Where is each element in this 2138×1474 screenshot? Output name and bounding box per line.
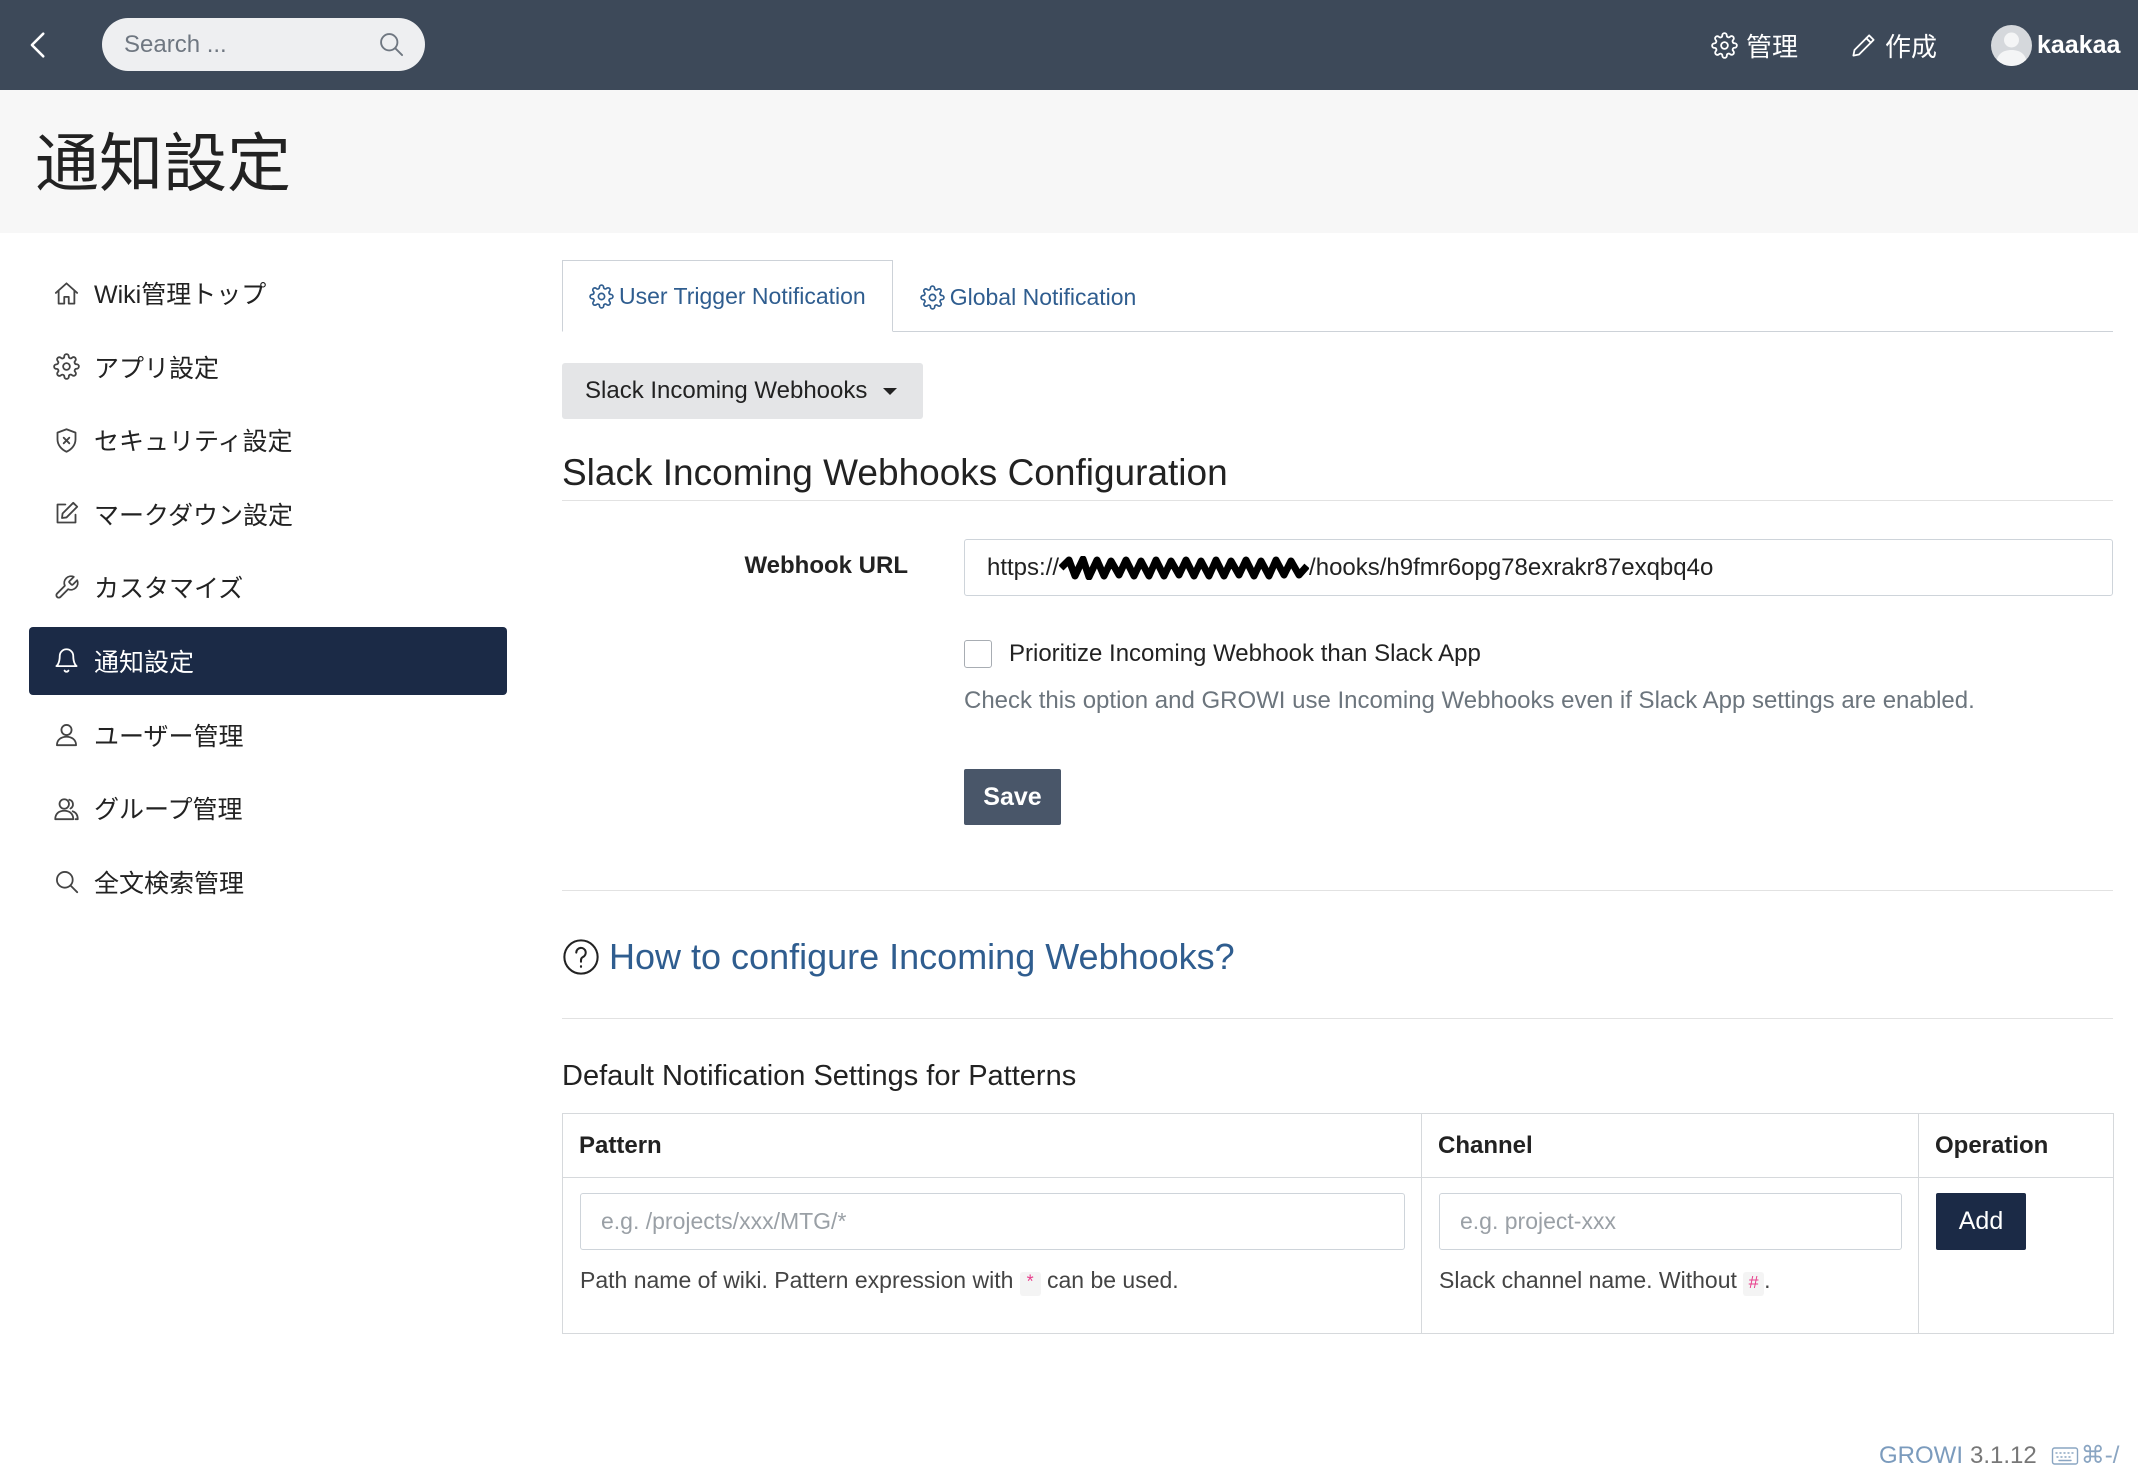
patterns-table: Pattern Channel Operation Path name of w… xyxy=(562,1113,2114,1334)
tab-global-notification[interactable]: Global Notification xyxy=(893,261,1164,332)
caret-down-icon xyxy=(883,387,898,395)
section-divider xyxy=(562,1018,2113,1019)
username: kaakaa xyxy=(2037,30,2121,59)
admin-sidebar: Wiki管理トップ アプリ設定 セキュリティ設定 マークダウン設定 カスタマイズ… xyxy=(29,259,507,921)
admin-label: 管理 xyxy=(1746,31,1799,62)
save-button[interactable]: Save xyxy=(964,769,1061,825)
pattern-input[interactable] xyxy=(580,1193,1405,1250)
page-title: 通知設定 xyxy=(35,128,291,200)
column-header-operation: Operation xyxy=(1918,1113,2114,1178)
users-icon xyxy=(53,795,80,822)
sidebar-item-label: 全文検索管理 xyxy=(94,869,245,898)
search-input[interactable] xyxy=(124,18,364,71)
gear-icon xyxy=(53,353,80,380)
prioritize-checkbox[interactable] xyxy=(964,640,992,668)
add-button[interactable]: Add xyxy=(1936,1193,2026,1250)
gear-icon xyxy=(589,284,614,309)
sidebar-item-label: アプリ設定 xyxy=(94,354,220,383)
sidebar-item-groups[interactable]: グループ管理 xyxy=(29,774,507,842)
sidebar-item-label: セキュリティ設定 xyxy=(94,428,293,457)
question-circle-icon xyxy=(562,938,600,976)
avatar xyxy=(1991,24,2032,66)
search-icon[interactable] xyxy=(377,30,405,58)
config-heading: Slack Incoming Webhooks Configuration xyxy=(562,452,1228,493)
sidebar-item-wiki-admin-top[interactable]: Wiki管理トップ xyxy=(29,259,507,327)
webhook-url-suffix: /hooks/h9fmr6opg78exrakr87exqbq4o xyxy=(1309,553,1714,581)
top-navbar: 管理 作成 kaakaa xyxy=(0,0,2138,90)
sidebar-item-notification[interactable]: 通知設定 xyxy=(29,626,507,695)
sidebar-item-label: グループ管理 xyxy=(94,796,243,825)
app-name-link[interactable]: GROWI xyxy=(1879,1440,1963,1472)
channel-cell: Slack channel name. Without #. xyxy=(1421,1177,1919,1334)
sidebar-item-customize[interactable]: カスタマイズ xyxy=(29,553,507,621)
user-icon xyxy=(53,721,80,748)
section-divider xyxy=(562,890,2113,891)
admin-link[interactable]: 管理 xyxy=(1711,22,1798,68)
channel-help-text: Slack channel name. Without #. xyxy=(1439,1264,1902,1300)
tab-label: User Trigger Notification xyxy=(619,282,866,309)
pencil-icon xyxy=(1850,32,1877,59)
prioritize-help-text: Check this option and GROWI use Incoming… xyxy=(964,687,1975,714)
column-header-pattern: Pattern xyxy=(562,1113,1422,1178)
page-header: 通知設定 xyxy=(0,90,2138,233)
sidebar-item-full-text-search[interactable]: 全文検索管理 xyxy=(29,848,507,916)
sidebar-item-users[interactable]: ユーザー管理 xyxy=(29,701,507,769)
notification-tabs: User Trigger Notification Global Notific… xyxy=(562,260,2113,332)
sidebar-item-app-settings[interactable]: アプリ設定 xyxy=(29,333,507,401)
pattern-help-code: * xyxy=(1019,1272,1041,1296)
sidebar-item-security[interactable]: セキュリティ設定 xyxy=(29,406,507,474)
chevron-left-icon xyxy=(22,28,56,62)
channel-help-after: . xyxy=(1764,1267,1771,1293)
tab-user-trigger-notification[interactable]: User Trigger Notification xyxy=(562,260,893,332)
app-version: 3.1.12 xyxy=(1970,1442,2037,1469)
back-button[interactable] xyxy=(22,28,56,62)
create-label: 作成 xyxy=(1885,31,1938,62)
shortcut-label: ⌘-/ xyxy=(2080,1442,2120,1469)
dropdown-selected-label: Slack Incoming Webhooks xyxy=(585,377,868,404)
webhook-url-label: Webhook URL xyxy=(744,552,908,579)
sidebar-item-label: ユーザー管理 xyxy=(94,722,244,751)
column-header-channel: Channel xyxy=(1421,1113,1919,1178)
create-link[interactable]: 作成 xyxy=(1850,22,1937,68)
sidebar-item-label: 通知設定 xyxy=(94,648,195,677)
prioritize-checkbox-label[interactable]: Prioritize Incoming Webhook than Slack A… xyxy=(1009,638,1481,670)
gear-icon xyxy=(920,285,945,310)
integration-type-dropdown[interactable]: Slack Incoming Webhooks xyxy=(562,363,923,419)
heading-divider xyxy=(562,500,2113,501)
home-icon xyxy=(53,280,80,307)
footer-version: GROWI 3.1.12 ⌘-/ xyxy=(1879,1440,2119,1472)
pattern-help-before: Path name of wiki. Pattern expression wi… xyxy=(580,1267,1014,1293)
table-row: Path name of wiki. Pattern expression wi… xyxy=(562,1177,2114,1334)
shield-icon xyxy=(53,427,80,454)
sidebar-item-markdown[interactable]: マークダウン設定 xyxy=(29,480,507,548)
redacted-scribble xyxy=(1059,555,1310,580)
webhook-url-prefix: https:// xyxy=(987,553,1060,581)
how-to-configure-link[interactable]: How to configure Incoming Webhooks? xyxy=(562,936,1235,978)
table-header-row: Pattern Channel Operation xyxy=(562,1113,2114,1178)
patterns-heading: Default Notification Settings for Patter… xyxy=(562,1060,1077,1092)
search-box xyxy=(102,18,425,71)
pattern-help-after: can be used. xyxy=(1046,1267,1179,1293)
user-menu[interactable]: kaakaa xyxy=(1991,22,2120,68)
sidebar-item-label: Wiki管理トップ xyxy=(94,281,267,309)
operation-cell: Add xyxy=(1918,1177,2114,1334)
search-icon xyxy=(53,868,80,895)
gear-icon xyxy=(1711,32,1738,59)
keyboard-icon xyxy=(2051,1445,2079,1467)
shortcuts-button[interactable]: ⌘-/ xyxy=(2051,1440,2120,1472)
how-to-configure-label: How to configure Incoming Webhooks? xyxy=(609,936,1235,977)
channel-help-before: Slack channel name. Without xyxy=(1439,1267,1737,1293)
sidebar-item-label: カスタマイズ xyxy=(94,575,244,604)
webhook-url-input[interactable]: https:// /hooks/h9fmr6opg78exrakr87exqbq… xyxy=(964,539,2113,596)
pattern-help-text: Path name of wiki. Pattern expression wi… xyxy=(580,1264,1405,1300)
pattern-cell: Path name of wiki. Pattern expression wi… xyxy=(562,1177,1422,1334)
sidebar-item-label: マークダウン設定 xyxy=(94,501,294,530)
channel-input[interactable] xyxy=(1439,1193,1902,1250)
edit-icon xyxy=(53,500,80,527)
channel-help-code: # xyxy=(1743,1272,1765,1296)
tab-label: Global Notification xyxy=(949,283,1137,310)
wrench-icon xyxy=(53,574,80,601)
bell-icon xyxy=(53,647,80,674)
